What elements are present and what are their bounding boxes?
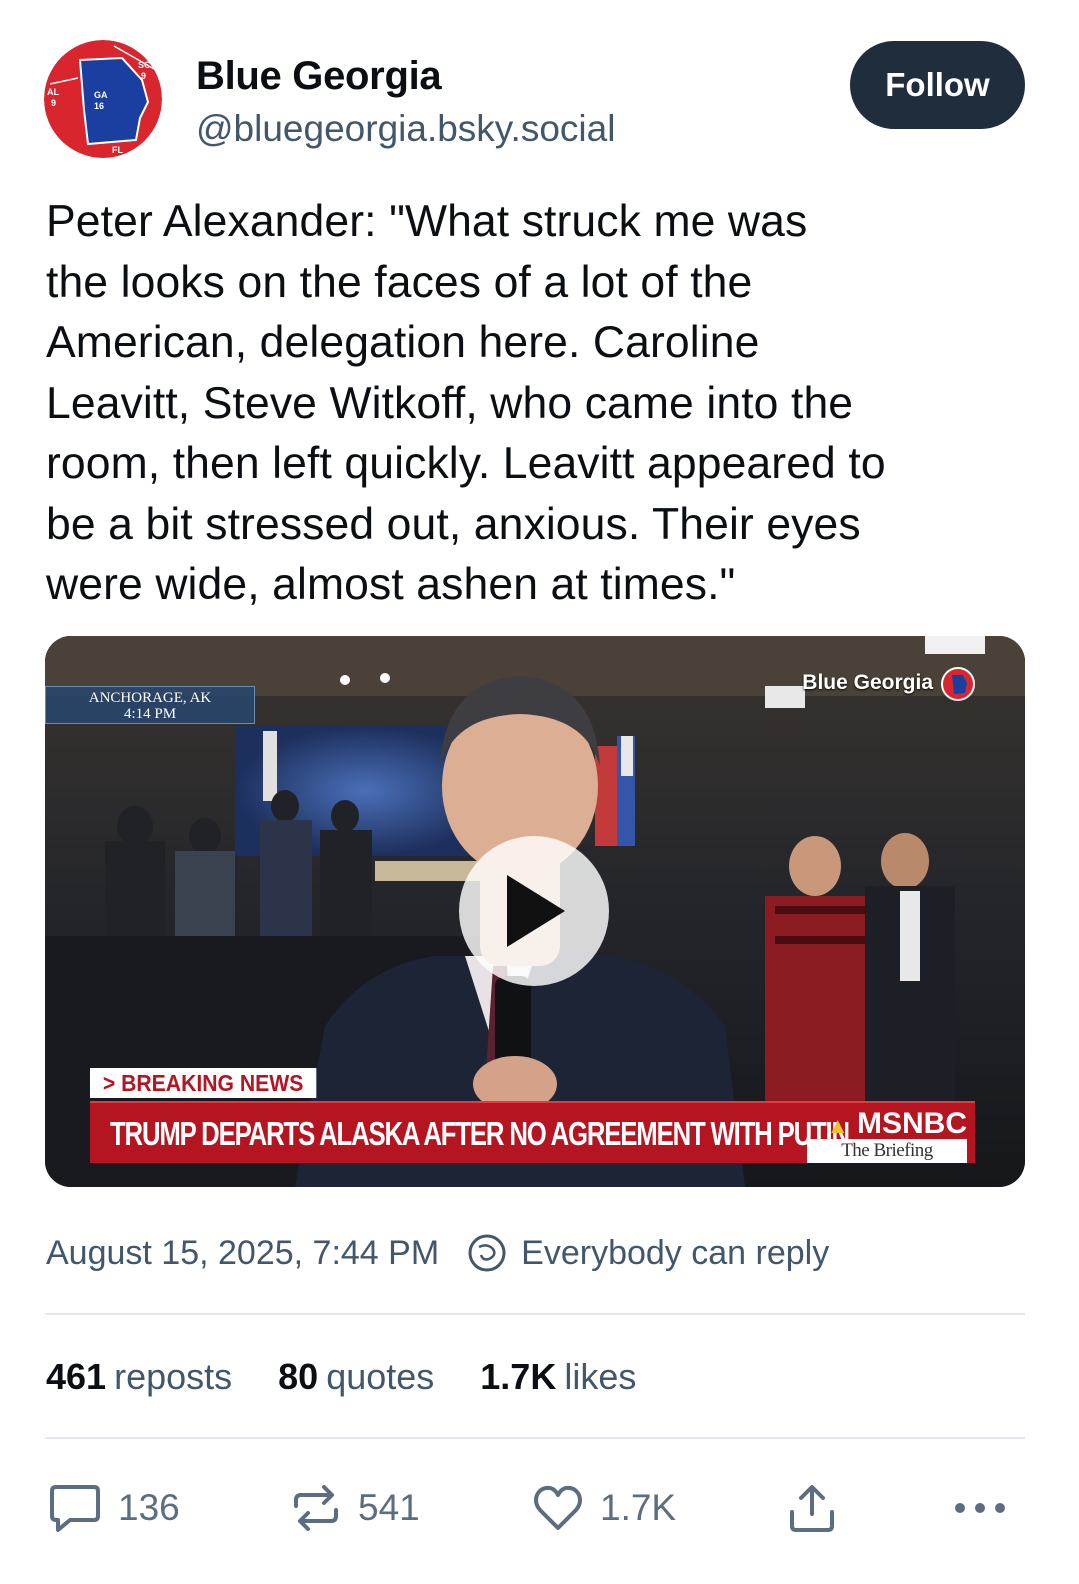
play-button[interactable] — [459, 836, 609, 986]
peacock-icon: ▲ — [826, 1113, 849, 1138]
repost-icon — [294, 1485, 338, 1531]
avatar-label-sc: SC — [138, 60, 151, 70]
like-button[interactable]: 1.7K — [532, 1478, 676, 1538]
play-icon — [507, 875, 565, 947]
show-name: The Briefing — [807, 1139, 967, 1163]
video-embed[interactable]: ANCHORAGE, AK 4:14 PM Blue Georgia > BRE… — [45, 636, 1025, 1187]
svg-text:16: 16 — [94, 101, 104, 111]
author-block[interactable]: Blue Georgia @bluegeorgia.bsky.social — [196, 54, 615, 150]
likes-stat[interactable]: 1.7K likes — [480, 1355, 636, 1399]
reply-button[interactable]: 136 — [48, 1478, 180, 1538]
avatar-label-ga: GA — [94, 90, 108, 100]
follow-button[interactable]: Follow — [850, 41, 1025, 129]
georgia-map-logo: SC 9 AL 9 GA 16 FL — [44, 40, 162, 158]
reply-count: 136 — [118, 1487, 180, 1528]
avatar-label-fl: FL — [112, 145, 123, 155]
divider — [45, 1437, 1025, 1439]
news-headline: TRUMP DEPARTS ALASKA AFTER NO AGREEMENT … — [110, 1115, 850, 1152]
post-meta: August 15, 2025, 7:44 PM Everybody can r… — [46, 1233, 829, 1273]
share-icon — [790, 1485, 834, 1532]
svg-text:9: 9 — [141, 71, 146, 81]
breaking-news-tag: > BREAKING NEWS — [90, 1068, 317, 1098]
location-box: ANCHORAGE, AK 4:14 PM — [45, 686, 255, 724]
reply-icon — [50, 1485, 100, 1532]
like-count: 1.7K — [600, 1487, 677, 1528]
video-watermark: Blue Georgia — [802, 671, 933, 694]
divider — [45, 1313, 1025, 1315]
location-time: 4:14 PM — [123, 706, 177, 722]
reposts-stat[interactable]: 461 reposts — [46, 1355, 232, 1399]
share-button[interactable] — [786, 1478, 854, 1538]
post-text: Peter Alexander: "What struck me was the… — [46, 197, 886, 609]
more-button[interactable] — [952, 1478, 1024, 1538]
repost-button[interactable]: 541 — [290, 1478, 420, 1538]
reply-setting-label[interactable]: Everybody can reply — [521, 1234, 829, 1273]
reply-setting-icon — [468, 1234, 506, 1272]
more-icon — [955, 1503, 1005, 1513]
lower-third-banner: TRUMP DEPARTS ALASKA AFTER NO AGREEMENT … — [90, 1101, 975, 1163]
post-stats: 461 reposts 80 quotes 1.7K likes — [46, 1355, 682, 1399]
post-actions: 136 541 1.7K — [46, 1478, 1026, 1538]
location-label: ANCHORAGE, AK — [88, 690, 212, 706]
display-name[interactable]: Blue Georgia — [196, 54, 615, 98]
svg-text:9: 9 — [51, 98, 56, 108]
repost-count: 541 — [358, 1487, 420, 1528]
quotes-stat[interactable]: 80 quotes — [278, 1355, 434, 1399]
avatar[interactable]: SC 9 AL 9 GA 16 FL — [44, 40, 162, 158]
heart-icon — [534, 1485, 582, 1530]
avatar-label-al: AL — [47, 87, 59, 97]
watermark-logo-icon — [941, 667, 975, 701]
network-logo: ▲ MSNBC — [826, 1107, 967, 1140]
post-timestamp[interactable]: August 15, 2025, 7:44 PM — [46, 1234, 439, 1273]
handle[interactable]: @bluegeorgia.bsky.social — [196, 108, 615, 150]
